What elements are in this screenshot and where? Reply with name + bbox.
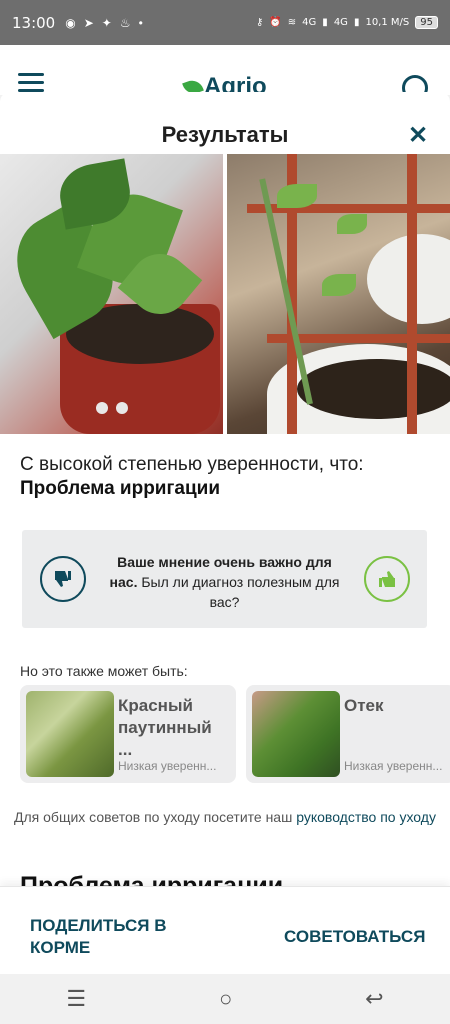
- alternative-confidence: Низкая уверенн...: [344, 759, 443, 773]
- status-time: 13:00: [12, 13, 56, 32]
- confidence-text: С высокой степенью уверенности, что:: [20, 454, 364, 475]
- alternative-name: Отек: [344, 696, 384, 715]
- signal-icon: ▮: [353, 17, 360, 28]
- network-4g-1: 4G: [302, 17, 317, 28]
- network-4g-2: 4G: [333, 17, 348, 28]
- home-icon[interactable]: ○: [219, 986, 232, 1012]
- care-guide-link[interactable]: руководство по уходу: [296, 809, 436, 825]
- carousel-dots: [96, 402, 128, 414]
- thumb-up-icon: [379, 571, 395, 587]
- plant-photo-1[interactable]: [0, 154, 223, 434]
- carousel-dot[interactable]: [116, 402, 128, 414]
- wifi-icon: ≋: [287, 17, 297, 28]
- action-bar: ПОДЕЛИТЬСЯ В КОРМЕ СОВЕТОВАТЬСЯ: [0, 886, 450, 974]
- status-right: ⚷ ⏰ ≋ 4G ▮ 4G ▮ 10,1 M/S 95: [256, 16, 438, 29]
- status-bar: 13:00 ◉ ➤ ✦ ♨ • ⚷ ⏰ ≋ 4G ▮ 4G ▮ 10,1 M/S…: [0, 0, 450, 45]
- plant-photo-2[interactable]: [227, 154, 450, 434]
- alternatives-label: Но это также может быть:: [20, 663, 188, 679]
- system-nav-bar: ☰ ○ ↩: [0, 974, 450, 1024]
- alternative-thumbnail: [26, 691, 114, 777]
- dot-icon: •: [138, 15, 143, 30]
- sparkle-icon: ✦: [101, 15, 112, 30]
- alarm-icon: ⏰: [269, 17, 282, 28]
- photo-carousel[interactable]: [0, 154, 450, 434]
- battery-indicator: 95: [415, 16, 438, 29]
- carousel-dot[interactable]: [96, 402, 108, 414]
- feedback-card: Ваше мнение очень важно для нас. Был ли …: [22, 530, 427, 628]
- share-button[interactable]: ПОДЕЛИТЬСЯ В КОРМЕ: [30, 915, 200, 959]
- notification-icons: ◉ ➤ ✦ ♨ •: [65, 16, 143, 30]
- results-sheet: Результаты ✕ С высокой степенью уверенно…: [0, 92, 450, 974]
- feedback-text: Ваше мнение очень важно для нас. Был ли …: [109, 554, 340, 610]
- back-icon[interactable]: ↩: [365, 986, 383, 1012]
- care-guide-text: Для общих советов по уходу посетите наш …: [14, 809, 436, 825]
- signal-icon: ▮: [322, 17, 328, 28]
- recent-apps-icon[interactable]: ☰: [66, 986, 86, 1012]
- alternative-name: Красный паутинный ...: [118, 696, 212, 759]
- thumb-down-icon: [55, 571, 71, 587]
- alternative-card[interactable]: Красный паутинный ... Низкая уверенн...: [20, 685, 236, 783]
- alternative-card[interactable]: Отек Низкая уверенн...: [246, 685, 450, 783]
- sheet-title: Результаты: [161, 122, 289, 147]
- app-header: Agrio: [0, 45, 450, 101]
- thumb-down-button[interactable]: [40, 556, 86, 602]
- consult-button[interactable]: СОВЕТОВАТЬСЯ: [284, 927, 425, 947]
- close-icon[interactable]: ✕: [404, 122, 432, 150]
- key-icon: ⚷: [256, 17, 264, 28]
- telegram-icon: ➤: [83, 15, 94, 30]
- thumb-up-button[interactable]: [364, 556, 410, 602]
- telegram-icon: ◉: [65, 15, 76, 30]
- alternative-confidence: Низкая уверенн...: [118, 759, 217, 773]
- speed-indicator: 10,1 M/S: [365, 17, 410, 28]
- diagnosis-title: Проблема ирригации: [20, 478, 221, 499]
- flame-icon: ♨: [119, 15, 131, 30]
- alternative-thumbnail: [252, 691, 340, 777]
